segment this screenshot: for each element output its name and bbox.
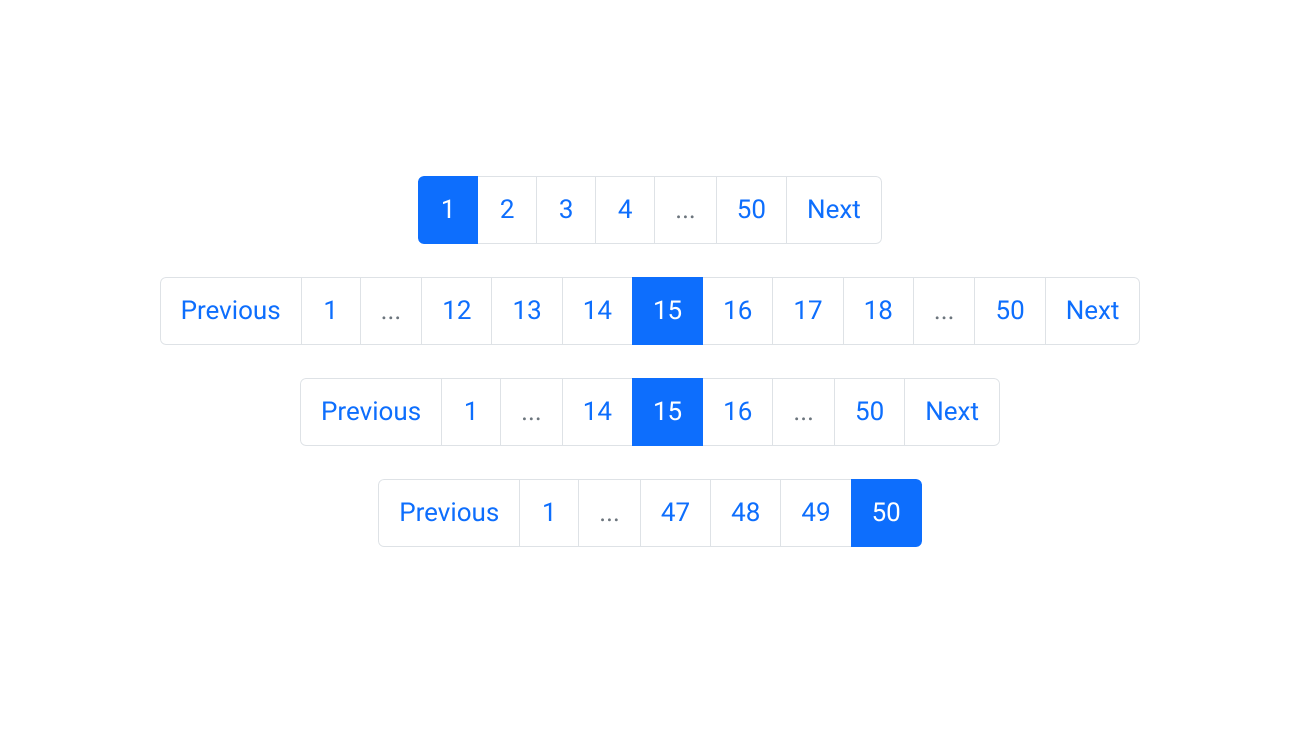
page-link-12[interactable]: 12 bbox=[421, 277, 492, 345]
ellipsis-label: ... bbox=[913, 277, 976, 345]
page-link-1[interactable]: 1 bbox=[441, 378, 501, 446]
page-link-50[interactable]: 50 bbox=[851, 479, 922, 547]
page-link-47[interactable]: 47 bbox=[640, 479, 711, 547]
page-item-2: 2 bbox=[478, 176, 537, 244]
previous-link[interactable]: Previous bbox=[378, 479, 520, 547]
next-link[interactable]: Next bbox=[904, 378, 1000, 446]
page-item-14: 14 bbox=[563, 378, 633, 446]
page-link-16[interactable]: 16 bbox=[702, 378, 773, 446]
next-button: Next bbox=[905, 378, 1000, 446]
ellipsis: ... bbox=[773, 378, 835, 446]
page-link-4[interactable]: 4 bbox=[595, 176, 655, 244]
page-item-50: 50 bbox=[717, 176, 787, 244]
page-link-2[interactable]: 2 bbox=[477, 176, 537, 244]
ellipsis: ... bbox=[361, 277, 423, 345]
page-link-50[interactable]: 50 bbox=[716, 176, 787, 244]
page-item-16: 16 bbox=[703, 378, 773, 446]
ellipsis: ... bbox=[579, 479, 641, 547]
previous-button: Previous bbox=[300, 378, 442, 446]
page-link-50[interactable]: 50 bbox=[834, 378, 905, 446]
page-item-17: 17 bbox=[773, 277, 843, 345]
ellipsis: ... bbox=[501, 378, 563, 446]
page-item-50: 50 bbox=[852, 479, 922, 547]
pagination-1: 1234...50Next bbox=[160, 176, 1141, 244]
previous-button: Previous bbox=[378, 479, 520, 547]
page-link-1[interactable]: 1 bbox=[519, 479, 579, 547]
page-item-3: 3 bbox=[537, 176, 596, 244]
page-link-16[interactable]: 16 bbox=[702, 277, 773, 345]
page-item-15: 15 bbox=[633, 277, 703, 345]
page-item-1: 1 bbox=[302, 277, 361, 345]
ellipsis: ... bbox=[914, 277, 976, 345]
next-link[interactable]: Next bbox=[1045, 277, 1141, 345]
page-link-14[interactable]: 14 bbox=[562, 378, 633, 446]
next-link[interactable]: Next bbox=[786, 176, 882, 244]
page-link-50[interactable]: 50 bbox=[974, 277, 1045, 345]
ellipsis-label: ... bbox=[772, 378, 835, 446]
ellipsis-label: ... bbox=[654, 176, 717, 244]
ellipsis-label: ... bbox=[360, 277, 423, 345]
page-item-13: 13 bbox=[492, 277, 562, 345]
ellipsis-label: ... bbox=[578, 479, 641, 547]
ellipsis: ... bbox=[655, 176, 717, 244]
page-item-47: 47 bbox=[641, 479, 711, 547]
page-item-1: 1 bbox=[442, 378, 501, 446]
page-item-18: 18 bbox=[844, 277, 914, 345]
pagination-list: Previous1...12131415161718...50Next bbox=[160, 277, 1141, 345]
pagination-list: 1234...50Next bbox=[418, 176, 882, 244]
page-item-12: 12 bbox=[422, 277, 492, 345]
page-link-18[interactable]: 18 bbox=[843, 277, 914, 345]
pagination-list: Previous1...141516...50Next bbox=[300, 378, 1000, 446]
page-item-49: 49 bbox=[781, 479, 851, 547]
next-button: Next bbox=[787, 176, 882, 244]
page-link-3[interactable]: 3 bbox=[536, 176, 596, 244]
page-link-17[interactable]: 17 bbox=[772, 277, 843, 345]
page-link-1[interactable]: 1 bbox=[418, 176, 478, 244]
page-item-1: 1 bbox=[418, 176, 478, 244]
previous-button: Previous bbox=[160, 277, 302, 345]
page-item-15: 15 bbox=[633, 378, 703, 446]
page-item-1: 1 bbox=[520, 479, 579, 547]
ellipsis-label: ... bbox=[500, 378, 563, 446]
page-item-50: 50 bbox=[975, 277, 1045, 345]
page-link-48[interactable]: 48 bbox=[710, 479, 781, 547]
page-link-13[interactable]: 13 bbox=[491, 277, 562, 345]
previous-link[interactable]: Previous bbox=[300, 378, 442, 446]
page-item-16: 16 bbox=[703, 277, 773, 345]
page-link-14[interactable]: 14 bbox=[562, 277, 633, 345]
pagination-3: Previous1...141516...50Next bbox=[160, 378, 1141, 446]
page-item-14: 14 bbox=[563, 277, 633, 345]
page-item-4: 4 bbox=[596, 176, 655, 244]
page-link-1[interactable]: 1 bbox=[301, 277, 361, 345]
pagination-2: Previous1...12131415161718...50Next bbox=[160, 277, 1141, 345]
next-button: Next bbox=[1046, 277, 1141, 345]
page-item-50: 50 bbox=[835, 378, 905, 446]
previous-link[interactable]: Previous bbox=[160, 277, 302, 345]
page-link-49[interactable]: 49 bbox=[780, 479, 851, 547]
page-item-48: 48 bbox=[711, 479, 781, 547]
pagination-list: Previous1...47484950 bbox=[378, 479, 922, 547]
page-link-15[interactable]: 15 bbox=[632, 378, 703, 446]
page-link-15[interactable]: 15 bbox=[632, 277, 703, 345]
pagination-4: Previous1...47484950 bbox=[160, 479, 1141, 547]
